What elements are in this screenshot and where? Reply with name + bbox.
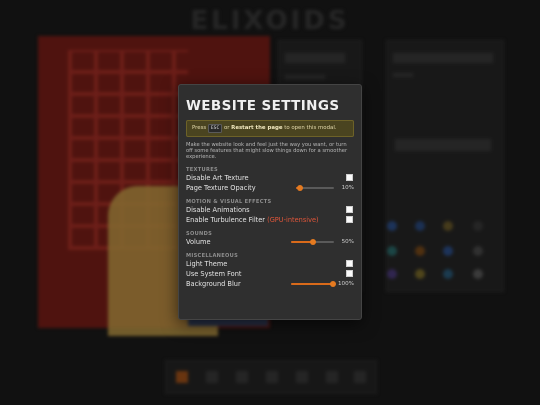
setting-label: Page Texture Opacity bbox=[186, 183, 256, 192]
setting-label: Background Blur bbox=[186, 279, 241, 288]
light-theme-checkbox[interactable] bbox=[346, 260, 353, 268]
slider-handle[interactable] bbox=[296, 184, 303, 191]
system-font-checkbox[interactable] bbox=[346, 270, 353, 278]
setting-system-font[interactable]: Use System Font bbox=[186, 269, 354, 279]
setting-label: Light Theme bbox=[186, 259, 228, 268]
esc-key-badge: ESC bbox=[207, 124, 223, 133]
slider-handle[interactable] bbox=[330, 280, 336, 287]
setting-volume: Volume 50% bbox=[186, 237, 354, 247]
setting-turbulence-filter[interactable]: Enable Turbulence Filter (GPU-intensive) bbox=[186, 215, 354, 225]
volume-slider[interactable] bbox=[291, 238, 334, 245]
settings-description: Make the website look and feel just the … bbox=[186, 142, 348, 161]
setting-page-texture-opacity: Page Texture Opacity 10% bbox=[186, 183, 354, 193]
slider-handle[interactable] bbox=[309, 238, 316, 245]
setting-light-theme[interactable]: Light Theme bbox=[186, 259, 354, 269]
setting-label: Disable Animations bbox=[186, 205, 250, 214]
notice-text-suffix: to open this modal. bbox=[284, 125, 337, 131]
background-blur-slider[interactable] bbox=[291, 280, 336, 287]
setting-label: Volume bbox=[186, 237, 211, 246]
notice-text-press: Press bbox=[192, 125, 207, 131]
setting-label: Enable Turbulence Filter bbox=[186, 215, 266, 224]
restart-notice: Press ESC or Restart the page to open th… bbox=[186, 120, 354, 137]
settings-modal: WEBSITE SETTINGS Press ESC or Restart th… bbox=[178, 84, 362, 320]
setting-disable-animations[interactable]: Disable Animations bbox=[186, 205, 354, 215]
volume-value: 50% bbox=[341, 238, 354, 245]
setting-disable-art-texture[interactable]: Disable Art Texture bbox=[186, 173, 354, 183]
gpu-intensive-note: (GPU-intensive) bbox=[267, 215, 319, 224]
modal-title: WEBSITE SETTINGS bbox=[186, 98, 340, 114]
page-texture-opacity-slider[interactable] bbox=[296, 184, 334, 191]
setting-background-blur: Background Blur 100% bbox=[186, 279, 354, 289]
setting-label: Use System Font bbox=[186, 269, 242, 278]
disable-animations-checkbox[interactable] bbox=[346, 206, 353, 214]
slider-fill bbox=[291, 282, 333, 285]
disable-art-texture-checkbox[interactable] bbox=[346, 174, 353, 182]
page-texture-opacity-value: 10% bbox=[341, 184, 354, 191]
turbulence-filter-checkbox[interactable] bbox=[346, 216, 353, 224]
restart-page-link[interactable]: Restart the page bbox=[231, 125, 282, 131]
background-blur-value: 100% bbox=[338, 280, 354, 287]
notice-text-or: or bbox=[223, 125, 230, 131]
setting-label: Disable Art Texture bbox=[186, 173, 249, 182]
